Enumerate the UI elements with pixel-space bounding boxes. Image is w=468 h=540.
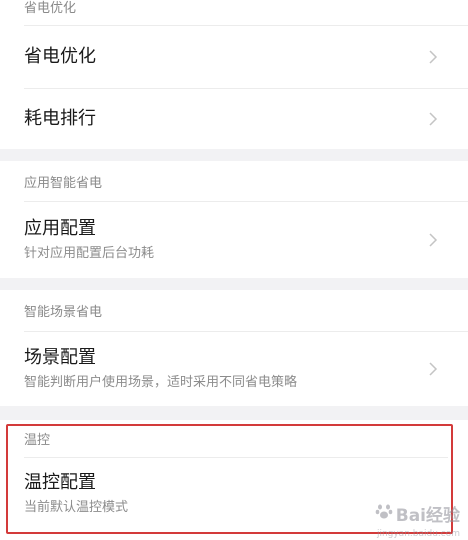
row-app-config[interactable]: 应用配置 针对应用配置后台功耗 <box>0 202 468 278</box>
section-gap <box>0 278 468 290</box>
watermark-subtext: jingyan.baidu.com <box>376 529 460 539</box>
chevron-right-icon <box>426 359 440 379</box>
row-subtitle: 智能判断用户使用场景，适时采用不同省电策略 <box>24 375 298 390</box>
row-scene-config[interactable]: 场景配置 智能判断用户使用场景，适时采用不同省电策略 <box>0 332 468 406</box>
watermark-text: Bai经验 <box>395 506 460 526</box>
row-title: 耗电排行 <box>24 108 96 129</box>
chevron-right-icon <box>426 47 440 67</box>
paw-icon <box>375 502 393 525</box>
row-power-optimization[interactable]: 省电优化 <box>0 26 468 88</box>
section-header-label: 智能场景省电 <box>24 304 103 320</box>
row-title: 温控配置 <box>24 472 96 493</box>
row-power-ranking[interactable]: 耗电排行 <box>0 89 468 149</box>
section-gap <box>0 149 468 161</box>
row-title: 省电优化 <box>24 46 96 67</box>
section-header-label: 温控 <box>24 432 51 448</box>
row-subtitle: 当前默认温控模式 <box>24 500 129 515</box>
section-header-app-smart-power: 应用智能省电 <box>0 161 468 201</box>
section-gap <box>0 406 468 420</box>
row-title: 场景配置 <box>24 347 96 368</box>
chevron-right-icon <box>426 109 440 129</box>
section-header-power-optimization: 省电优化 <box>0 0 468 18</box>
section-header-smart-scene-power: 智能场景省电 <box>0 290 468 330</box>
section-header-label: 省电优化 <box>24 0 77 16</box>
section-header-thermal-control: 温控 <box>0 420 468 456</box>
chevron-right-icon <box>426 230 440 250</box>
baidu-watermark: Bai经验 jingyan.baidu.com <box>375 501 460 539</box>
section-header-label: 应用智能省电 <box>24 175 103 191</box>
row-title: 应用配置 <box>24 218 96 239</box>
row-subtitle: 针对应用配置后台功耗 <box>24 246 155 261</box>
